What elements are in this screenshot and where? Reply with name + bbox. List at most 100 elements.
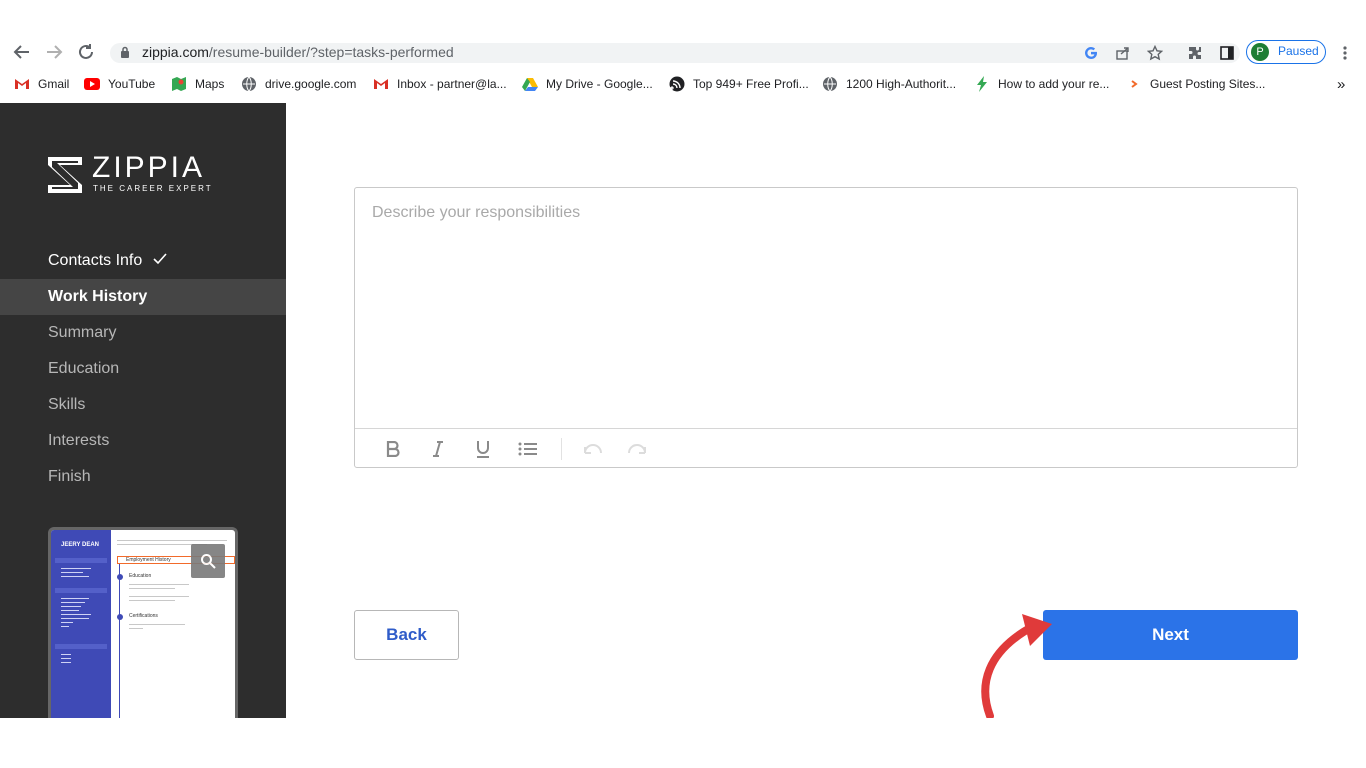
- preview-timeline: [119, 564, 120, 718]
- preview-section-bar: [55, 558, 107, 563]
- lock-icon[interactable]: [120, 46, 130, 64]
- sidebar-item-work-history[interactable]: Work History: [0, 279, 286, 315]
- annotation-arrow-icon: [978, 612, 1058, 725]
- bookmark-top-949[interactable]: Top 949+ Free Profi...: [669, 75, 809, 93]
- bold-button[interactable]: [382, 438, 404, 460]
- extensions-icon[interactable]: [1186, 44, 1204, 62]
- undo-button[interactable]: [582, 438, 604, 460]
- bolt-icon: [974, 76, 990, 92]
- next-button[interactable]: Next: [1043, 610, 1298, 660]
- redo-icon: [628, 444, 646, 454]
- globe-icon: [822, 76, 838, 92]
- bookmark-label: drive.google.com: [265, 77, 357, 91]
- sidebar-item-label: Work History: [48, 288, 148, 305]
- preview-line: [117, 540, 227, 541]
- bookmark-youtube[interactable]: YouTube: [84, 75, 155, 93]
- logo-tagline: THE CAREER EXPERT: [93, 184, 213, 193]
- preview-zoom-button[interactable]: [191, 544, 225, 578]
- preview-left-column: JEERY DEAN: [51, 530, 111, 718]
- forward-arrow-icon[interactable]: [44, 42, 64, 62]
- resume-preview[interactable]: JEERY DEAN Employment History Education: [48, 527, 238, 718]
- page-bottom-area: [0, 718, 1366, 768]
- preview-line: [61, 654, 71, 655]
- bold-icon: [386, 441, 400, 457]
- bookmark-label: YouTube: [108, 77, 156, 91]
- toolbar-divider: [561, 438, 562, 460]
- maps-icon: [171, 76, 187, 92]
- bookmark-inbox[interactable]: Inbox - partner@la...: [373, 75, 507, 93]
- sidebar-item-label: Skills: [48, 396, 86, 413]
- profile-button[interactable]: P Paused: [1246, 40, 1326, 64]
- url-path: /resume-builder/?step=tasks-performed: [208, 44, 454, 60]
- bookmark-1200-high[interactable]: 1200 High-Authorit...: [822, 75, 956, 93]
- sidebar: ZIPPIA THE CAREER EXPERT Contacts Info W…: [0, 103, 286, 718]
- logo-word: ZIPPIA: [92, 151, 206, 184]
- sidebar-item-label: Interests: [48, 432, 110, 449]
- preview-line: [61, 622, 73, 623]
- preview-dot: [117, 574, 123, 580]
- preview-line: [61, 618, 89, 619]
- sidebar-item-label: Summary: [48, 324, 117, 341]
- bookmark-guest-posting[interactable]: Guest Posting Sites...: [1126, 75, 1265, 93]
- underline-button[interactable]: [472, 438, 494, 460]
- reload-icon[interactable]: [76, 42, 96, 62]
- bookmark-label: My Drive - Google...: [546, 77, 653, 91]
- drive-icon: [522, 76, 538, 92]
- share-icon[interactable]: [1114, 44, 1132, 62]
- preview-line: [61, 576, 89, 577]
- preview-section-education: Education: [129, 573, 152, 579]
- bookmark-label: 1200 High-Authorit...: [846, 77, 957, 91]
- sidebar-item-skills[interactable]: Skills: [0, 387, 286, 423]
- chevron-icon: [1126, 76, 1142, 92]
- search-icon: [201, 554, 216, 569]
- back-arrow-icon[interactable]: [12, 42, 32, 62]
- preview-line: [61, 614, 91, 615]
- google-icon[interactable]: [1082, 44, 1100, 62]
- preview-line: [61, 572, 83, 573]
- preview-line: [61, 626, 69, 627]
- preview-line: [61, 602, 85, 603]
- sidebar-item-interests[interactable]: Interests: [0, 423, 286, 459]
- checkmark-icon: [153, 243, 167, 279]
- italic-icon: [433, 441, 443, 457]
- preview-line: [61, 598, 89, 599]
- sidebar-item-finish[interactable]: Finish: [0, 459, 286, 495]
- bookmark-my-drive[interactable]: My Drive - Google...: [522, 75, 653, 93]
- bookmark-how-to-add[interactable]: How to add your re...: [974, 75, 1109, 93]
- sidebar-item-label: Education: [48, 360, 120, 377]
- star-bookmark-icon[interactable]: [1146, 44, 1164, 62]
- bullet-list-button[interactable]: [517, 438, 539, 460]
- undo-icon: [584, 444, 602, 454]
- gmail-icon: [373, 76, 389, 92]
- address-url[interactable]: zippia.com/resume-builder/?step=tasks-pe…: [142, 44, 454, 60]
- zippia-logo[interactable]: ZIPPIA THE CAREER EXPERT: [48, 151, 211, 198]
- globe-icon: [241, 76, 257, 92]
- sidebar-item-contacts-info[interactable]: Contacts Info: [0, 243, 286, 279]
- responsibilities-textarea[interactable]: Describe your responsibilities: [355, 188, 1297, 429]
- zippia-logo-icon: [48, 157, 82, 193]
- preview-line: [61, 610, 79, 611]
- sidebar-item-summary[interactable]: Summary: [0, 315, 286, 351]
- bookmark-maps[interactable]: Maps: [171, 75, 224, 93]
- sidebar-item-label: Finish: [48, 468, 91, 485]
- responsibilities-editor: Describe your responsibilities: [354, 187, 1298, 468]
- bookmark-label: How to add your re...: [998, 77, 1110, 91]
- back-button[interactable]: Back: [354, 610, 459, 660]
- redo-button[interactable]: [626, 438, 648, 460]
- preview-line: [129, 588, 175, 589]
- italic-button[interactable]: [427, 438, 449, 460]
- editor-placeholder: Describe your responsibilities: [372, 204, 581, 221]
- bullet-list-icon: [518, 442, 537, 456]
- bookmark-gmail[interactable]: Gmail: [14, 75, 69, 93]
- preview-line: [129, 584, 189, 585]
- preview-name: JEERY DEAN: [61, 542, 100, 548]
- menu-kebab-icon[interactable]: [1336, 44, 1354, 62]
- bookmark-drive-site[interactable]: drive.google.com: [241, 75, 356, 93]
- bookmark-label: Inbox - partner@la...: [397, 77, 507, 91]
- sidebar-item-education[interactable]: Education: [0, 351, 286, 387]
- sidebar-item-label: Contacts Info: [48, 252, 143, 270]
- bookmark-label: Gmail: [38, 77, 70, 91]
- side-panel-icon[interactable]: [1218, 44, 1236, 62]
- feed-icon: [669, 76, 685, 92]
- bookmarks-overflow[interactable]: »: [1337, 75, 1345, 93]
